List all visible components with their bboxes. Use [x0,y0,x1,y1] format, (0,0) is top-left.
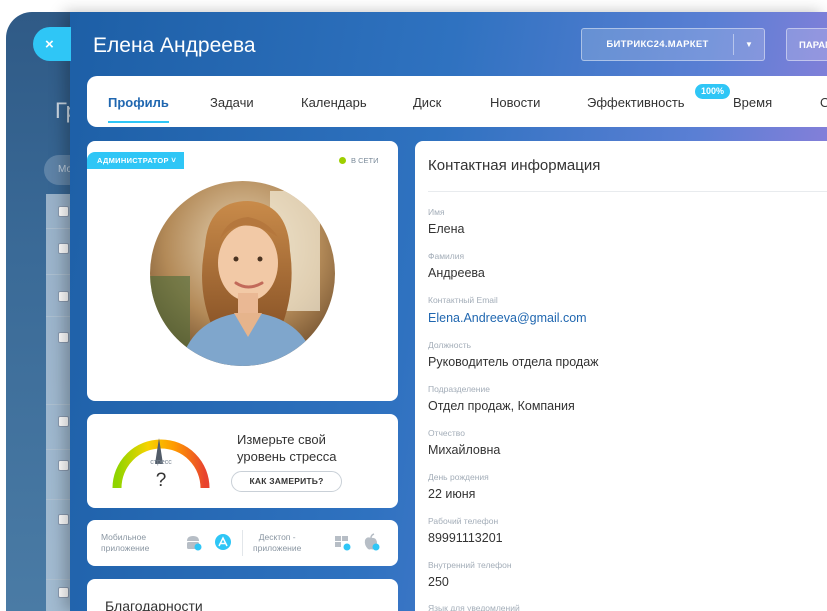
android-icon[interactable] [184,533,202,551]
field-value-department: Отдел продаж, Компания [428,399,575,413]
field-label: Язык для уведомлений [428,603,520,611]
online-dot-icon [339,157,346,164]
desktop-app-label-line1: Десктоп - [258,532,296,542]
apps-card: Мобильное приложение Десктоп - приложени… [87,520,398,566]
stress-gauge[interactable]: стресс ? [109,428,213,492]
divider [428,191,827,192]
role-badge-label: АДМИНИСТРАТОР [97,156,169,165]
row-checkbox[interactable] [58,514,69,525]
market-button-label: БИТРИКС24.МАРКЕТ [606,39,709,50]
tab-tasks[interactable]: Задачи [210,95,254,110]
tab-time[interactable]: Время [733,95,772,110]
tab-about[interactable]: О [820,95,827,110]
field-label: Внутренний телефон [428,560,512,570]
thanks-title: Благодарности [105,598,203,611]
close-slider-button[interactable]: × [33,27,71,61]
profile-slider: Елена Андреева БИТРИКС24.МАРКЕТ ▼ ПАРАМЕ… [70,12,827,611]
row-checkbox[interactable] [58,291,69,302]
field-label: Рабочий телефон [428,516,499,526]
thanks-card: Благодарности [87,579,398,611]
mobile-app-label: Мобильное приложение [101,532,149,554]
stress-card: стресс ? Измерьте свой уровень стресса К… [87,414,398,508]
row-checkbox[interactable] [58,332,69,343]
field-value-last-name: Андреева [428,266,485,280]
row-checkbox[interactable] [58,587,69,598]
apple-icon[interactable] [362,533,380,551]
row-checkbox[interactable] [58,460,69,471]
row-checkbox[interactable] [58,206,69,217]
active-tab-indicator [108,121,169,123]
field-label: Контактный Email [428,295,498,305]
row-checkbox[interactable] [58,416,69,427]
row-checkbox[interactable] [58,243,69,254]
appstore-icon[interactable] [214,533,232,551]
mobile-app-label-line1: Мобильное [101,532,147,542]
windows-icon[interactable] [333,533,351,551]
tab-calendar[interactable]: Календарь [301,95,367,110]
tab-efficiency[interactable]: Эффективность [587,95,685,110]
profile-tabs: Профиль Задачи Календарь Диск Новости Эф… [87,76,827,127]
field-label: День рождения [428,472,489,482]
avatar[interactable] [150,181,335,366]
efficiency-badge: 100% [695,84,731,99]
gauge-label: стресс [150,459,172,466]
page-title: Елена Андреева [93,34,256,57]
gauge-value: ? [156,470,167,491]
mobile-app-label-line2: приложение [101,543,150,553]
params-button[interactable]: ПАРАМЕТРЫ [786,28,827,61]
field-label: Должность [428,340,472,350]
field-label: Отчество [428,428,465,438]
stress-prompt: Измерьте свой уровень стресса [237,431,337,465]
role-badge[interactable]: АДМИНИСТРАТОР ˅ [87,152,185,169]
stress-prompt-line1: Измерьте свой [237,432,326,447]
desktop-app-label: Десктоп - приложение [253,532,301,554]
field-label: Подразделение [428,384,490,394]
field-value-internal-phone: 250 [428,575,449,589]
chevron-down-icon[interactable]: ▼ [734,40,764,49]
field-value-work-phone: 89991113201 [428,531,503,545]
contact-info-card: Контактная информация Имя Елена Фамилия … [415,141,827,611]
online-status-label: В СЕТИ [351,156,379,165]
apps-divider [242,530,243,556]
tab-news[interactable]: Новости [490,95,540,110]
profile-photo-card: АДМИНИСТРАТОР ˅ В СЕТИ [87,141,398,401]
field-value-first-name: Елена [428,222,465,236]
field-value-email[interactable]: Elena.Andreeva@gmail.com [428,311,587,325]
field-label: Имя [428,207,445,217]
tab-profile[interactable]: Профиль [108,95,169,110]
field-value-birthday: 22 июня [428,487,476,501]
market-button[interactable]: БИТРИКС24.МАРКЕТ ▼ [581,28,765,61]
field-value-position: Руководитель отдела продаж [428,355,599,369]
online-status: В СЕТИ [339,156,378,165]
field-label: Фамилия [428,251,465,261]
stress-prompt-line2: уровень стресса [237,449,337,464]
chevron-down-icon: ˅ [171,156,177,165]
tab-disk[interactable]: Диск [413,95,441,110]
field-value-patronymic: Михайловна [428,443,501,457]
measure-stress-button[interactable]: КАК ЗАМЕРИТЬ? [231,471,342,492]
contact-info-title: Контактная информация [428,157,601,174]
desktop-app-label-line2: приложение [253,543,302,553]
